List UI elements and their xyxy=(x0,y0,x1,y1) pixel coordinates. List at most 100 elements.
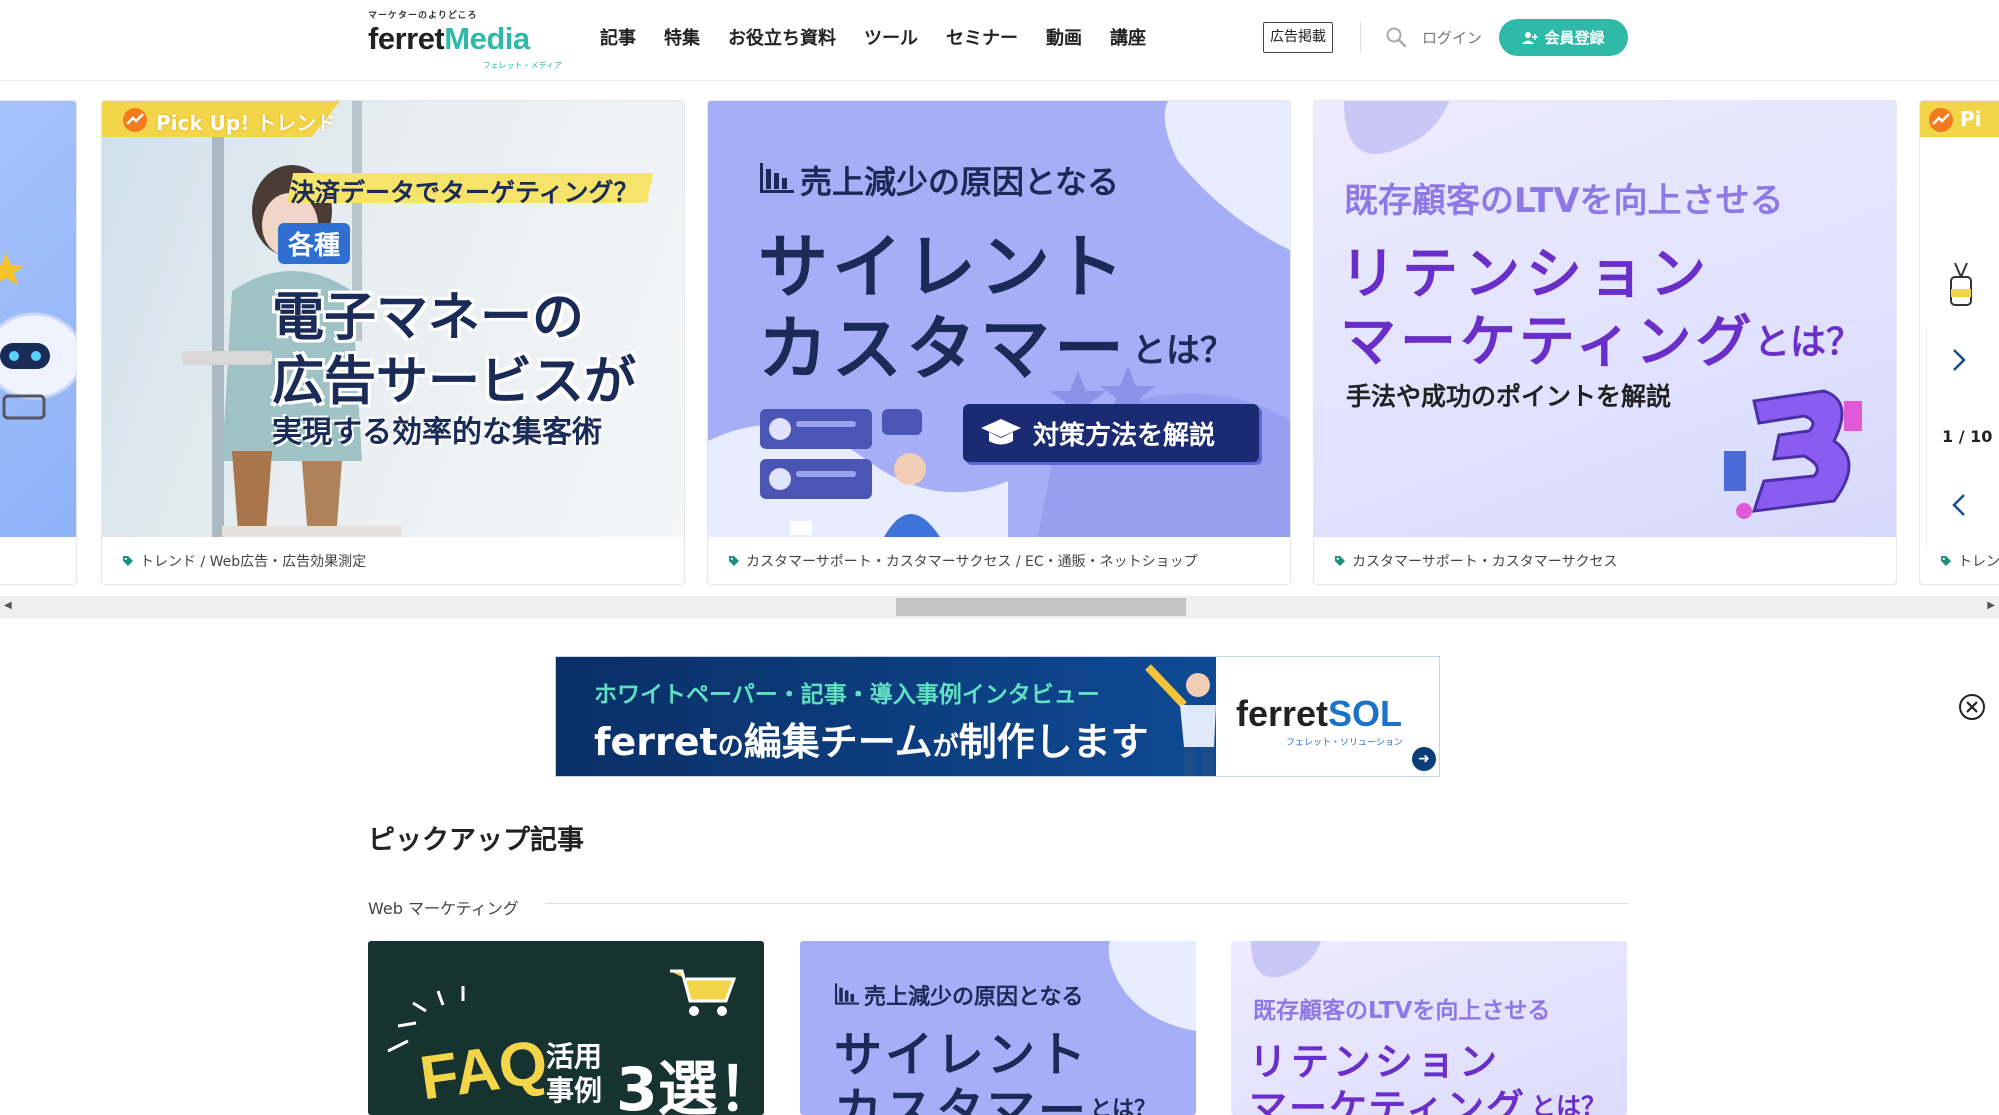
bar-chart-icon xyxy=(835,983,859,1005)
card-tags[interactable]: カスタマーサポート・カスタマーサクセス xyxy=(1334,551,1617,571)
nav-seminars[interactable]: セミナー xyxy=(946,24,1018,50)
site-logo[interactable]: マーケターのよりどころ ferretMedia フェレット・メディア xyxy=(368,8,568,70)
carousel-card-emoney[interactable]: Pick Up! トレンド 決済データでターゲティング？ 各種 電子マネーの 広… xyxy=(101,100,685,585)
carousel-card-silent-customer[interactable]: 売上減少の原因となる サイレント カスタマー とは？ 対策方法を解説 カスタマー… xyxy=(707,100,1291,585)
user-plus-icon xyxy=(1522,31,1539,44)
close-icon xyxy=(1966,701,1978,713)
carousel-card-peek-left[interactable] xyxy=(0,100,77,585)
cta-badge-label: 対策方法を解説 xyxy=(1033,420,1216,451)
card-tags-text: トレンド / Web広告・広告効果測定 xyxy=(140,554,367,570)
card-tags-text: カスタマーサポート・カスタマーサクセス / EC・通販・ネットショップ xyxy=(746,554,1198,570)
banner-ga: が xyxy=(932,732,959,762)
category-label: Web マーケティング xyxy=(368,899,519,918)
card-tags-text: トレン xyxy=(1958,554,1999,570)
banner-subtitle: ホワイトペーパー・記事・導入事例インタビュー xyxy=(594,682,1100,708)
mini-headline-1: 売上減少の原因となる xyxy=(864,985,1084,1010)
scroll-right-arrow-icon[interactable]: ▶ xyxy=(1987,600,1995,611)
advertise-button[interactable]: 広告掲載 xyxy=(1263,22,1333,53)
card-headline-suffix: とは？ xyxy=(1754,322,1863,363)
card-headline-suffix: とは？ xyxy=(1132,331,1234,371)
banner-team: 編集チーム xyxy=(743,720,933,764)
card-image: Pick Up! トレンド 決済データでターゲティング？ 各種 電子マネーの 広… xyxy=(102,101,684,537)
cta-badge: 対策方法を解説 xyxy=(963,404,1259,462)
nav-tools[interactable]: ツール xyxy=(864,24,918,50)
banner-logo-subtitle: フェレット・ソリューション xyxy=(1286,738,1403,748)
isometric-3-illustration-icon xyxy=(1724,389,1862,519)
search-icon[interactable] xyxy=(1385,26,1407,48)
card-tags[interactable]: トレンド / Web広告・広告効果測定 xyxy=(122,551,366,571)
banner-ferret: ferret xyxy=(594,720,718,764)
nav-resources[interactable]: お役立ち資料 xyxy=(728,24,836,50)
hero-carousel[interactable]: Pick Up! トレンド 決済データでターゲティング？ 各種 電子マネーの 広… xyxy=(0,82,1999,622)
hand-bell-illustration-icon xyxy=(1950,262,1972,306)
pickup-section-title: ピックアップ記事 xyxy=(368,825,584,856)
tag-icon xyxy=(1941,556,1951,566)
mini-headline-3: 事例 xyxy=(546,1074,603,1107)
banner-logo-ferret: ferret xyxy=(1236,693,1329,734)
nav-articles[interactable]: 記事 xyxy=(600,24,636,50)
carousel-prev-button[interactable] xyxy=(1951,492,1967,525)
tag-icon xyxy=(1335,556,1345,566)
arrow-right-icon[interactable]: ➜ xyxy=(1412,747,1436,771)
mini-headline-4: 3選！ xyxy=(616,1055,764,1115)
carousel-controls: 1 / 10 xyxy=(1926,262,1999,549)
robot-illustration-icon xyxy=(0,253,76,420)
carousel-counter: 1 / 10 xyxy=(1942,427,1993,446)
mini-headline-1: 既存顧客のLTVを向上させる xyxy=(1253,998,1551,1024)
login-link[interactable]: ログイン xyxy=(1422,27,1482,48)
card-headline-3: マーケティング xyxy=(1340,310,1756,375)
chevron-right-icon xyxy=(1953,349,1966,371)
card-headline-3: 広告サービスが xyxy=(272,352,637,412)
banner-no: の xyxy=(717,732,744,762)
scroll-left-arrow-icon[interactable]: ◀ xyxy=(4,600,12,611)
card-tags[interactable]: カスタマーサポート・カスタマーサクセス / EC・通販・ネットショップ xyxy=(728,551,1198,571)
logo-ferret: ferret xyxy=(368,21,445,56)
pickup-card-silent-customer[interactable]: 売上減少の原因となる サイレント カスタマー とは？ xyxy=(800,941,1196,1115)
pickup-card-faq[interactable]: FAQ 活用 事例 3選！ xyxy=(368,941,764,1115)
card-headline-4: 手法や成功のポイントを解説 xyxy=(1346,382,1672,411)
trend-up-icon xyxy=(123,108,147,132)
logo-media: Media xyxy=(444,21,530,56)
scrollbar-thumb[interactable] xyxy=(896,598,1186,616)
signup-label: 会員登録 xyxy=(1544,29,1605,47)
card-headline-4: 実現する効率的な集客術 xyxy=(272,415,602,450)
carousel-scrollbar[interactable]: ◀ ▶ xyxy=(0,596,1999,618)
card-image: 売上減少の原因となる サイレント カスタマー とは？ 対策方法を解説 xyxy=(708,101,1290,537)
banner-left-panel: ホワイトペーパー・記事・導入事例インタビュー ferretの編集チームが制作しま… xyxy=(556,657,1216,776)
nav-features[interactable]: 特集 xyxy=(664,24,700,50)
card-chip: 各種 xyxy=(278,223,351,264)
shopping-cart-icon xyxy=(670,969,737,1016)
main-nav: 記事 特集 お役立ち資料 ツール セミナー 動画 講座 xyxy=(600,24,1146,50)
banner-logo-sol: SOL xyxy=(1328,693,1403,734)
card-headline-1: 決済データでターゲティング？ xyxy=(290,178,639,207)
nav-videos[interactable]: 動画 xyxy=(1046,24,1082,50)
nav-courses[interactable]: 講座 xyxy=(1110,24,1146,50)
banner-right-panel: ferretSOL フェレット・ソリューション ➜ xyxy=(1216,657,1439,776)
ferret-sol-logo: ferretSOL xyxy=(1236,693,1402,735)
card-image xyxy=(0,101,76,537)
carousel-next-button[interactable] xyxy=(1951,347,1967,380)
mini-headline-suffix: とは？ xyxy=(1531,1092,1607,1115)
logo-subtitle: フェレット・メディア xyxy=(482,61,562,70)
pickup-badge-label: Pick Up! トレンド xyxy=(156,111,337,135)
reviews-illustration-icon xyxy=(760,409,940,537)
category-divider xyxy=(545,903,1628,904)
mini-headline-3: マーケティング xyxy=(1249,1086,1526,1115)
card-image: 既存顧客のLTVを向上させる リテンション マーケティング とは？ 手法や成功の… xyxy=(1314,101,1896,537)
ferret-sol-banner[interactable]: ホワイトペーパー・記事・導入事例インタビュー ferretの編集チームが制作しま… xyxy=(555,656,1440,777)
mini-headline-3: カスタマー xyxy=(834,1083,1090,1115)
signup-button[interactable]: 会員登録 xyxy=(1499,19,1628,56)
banner-close-button[interactable] xyxy=(1959,694,1985,720)
carousel-card-retention[interactable]: 既存顧客のLTVを向上させる リテンション マーケティング とは？ 手法や成功の… xyxy=(1313,100,1897,585)
bar-chart-icon xyxy=(760,163,794,193)
card-tags[interactable]: トレン xyxy=(1940,551,1999,571)
pickup-card-retention[interactable]: 既存顧客のLTVを向上させる リテンション マーケティング とは？ xyxy=(1231,941,1627,1115)
graduation-cap-icon xyxy=(981,419,1021,445)
tag-icon xyxy=(123,556,133,566)
person-with-pencil-icon xyxy=(1145,664,1216,776)
card-tags-text: カスタマーサポート・カスタマーサクセス xyxy=(1352,554,1618,570)
card-headline-1: 売上減少の原因となる xyxy=(800,163,1120,201)
card-headline-1: 既存顧客のLTVを向上させる xyxy=(1344,181,1784,221)
tag-icon xyxy=(729,556,739,566)
banner-rest: 制作します xyxy=(958,720,1149,764)
